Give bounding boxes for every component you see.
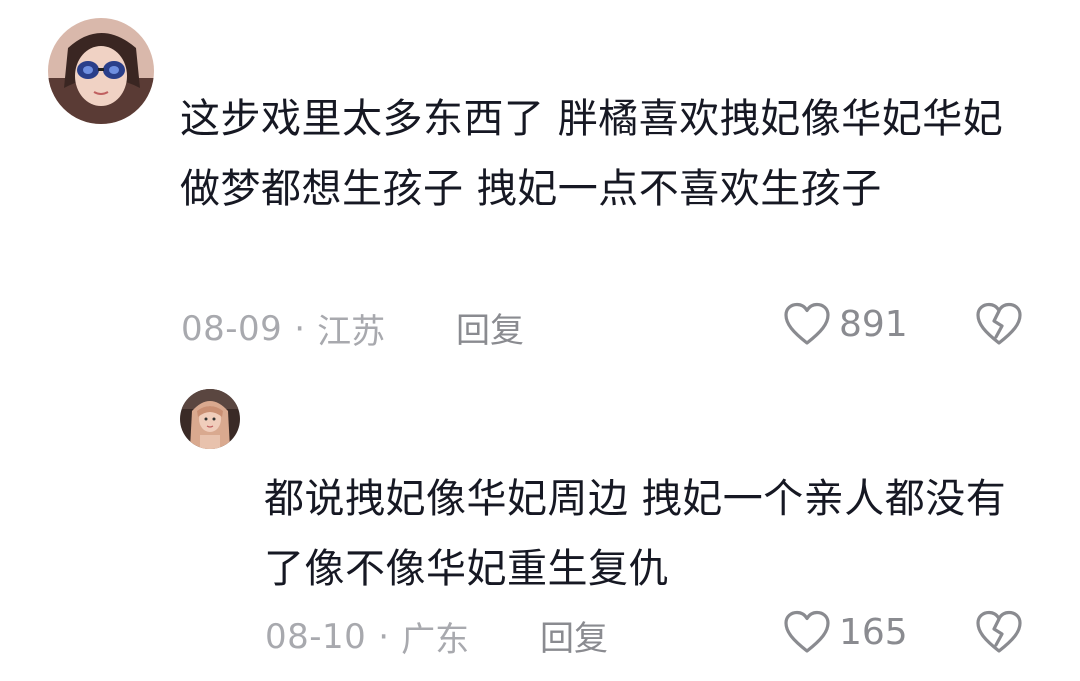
- heart-outline-icon: [784, 302, 830, 345]
- meta-separator: ·: [378, 616, 390, 657]
- broken-heart-icon: [976, 610, 1022, 653]
- dislike-button[interactable]: [975, 610, 1023, 658]
- avatar[interactable]: [48, 18, 154, 124]
- like-button[interactable]: 165: [783, 610, 908, 654]
- comment-item: 这步戏里太多东西了 胖橘喜欢拽妃像华妃华妃做梦都想生孩子 拽妃一点不喜欢生孩子 …: [0, 0, 1080, 360]
- comment-location: 广东: [401, 620, 470, 660]
- comment-date: 08-10: [265, 616, 367, 657]
- comment-meta: 08-10 · 广东: [265, 612, 469, 661]
- like-count: 165: [839, 611, 908, 653]
- comment-meta: 08-09 · 江苏: [181, 304, 385, 353]
- reply-button[interactable]: 回复: [540, 611, 608, 660]
- broken-heart-icon: [976, 302, 1022, 345]
- comment-text: 都说拽妃像华妃周边 拽妃一个亲人都没有了像不像华妃重生复仇: [264, 476, 1007, 592]
- meta-separator: ·: [294, 308, 306, 349]
- comment-location: 江苏: [317, 312, 386, 352]
- reply-comment-item: 都说拽妃像华妃周边 拽妃一个亲人都没有了像不像华妃重生复仇 08-10 · 广东…: [0, 370, 1080, 681]
- reply-button[interactable]: 回复: [456, 303, 524, 352]
- comment-date: 08-09: [181, 308, 283, 349]
- heart-outline-icon: [784, 610, 830, 653]
- comment-text: 这步戏里太多东西了 胖橘喜欢拽妃像华妃华妃做梦都想生孩子 拽妃一点不喜欢生孩子: [180, 96, 1004, 212]
- like-button[interactable]: 891: [783, 302, 908, 346]
- like-count: 891: [839, 303, 908, 345]
- user-avatar-sunglasses-icon: [48, 18, 154, 124]
- dislike-button[interactable]: [975, 302, 1023, 350]
- user-avatar-girl-icon: [180, 389, 240, 449]
- avatar[interactable]: [180, 389, 240, 449]
